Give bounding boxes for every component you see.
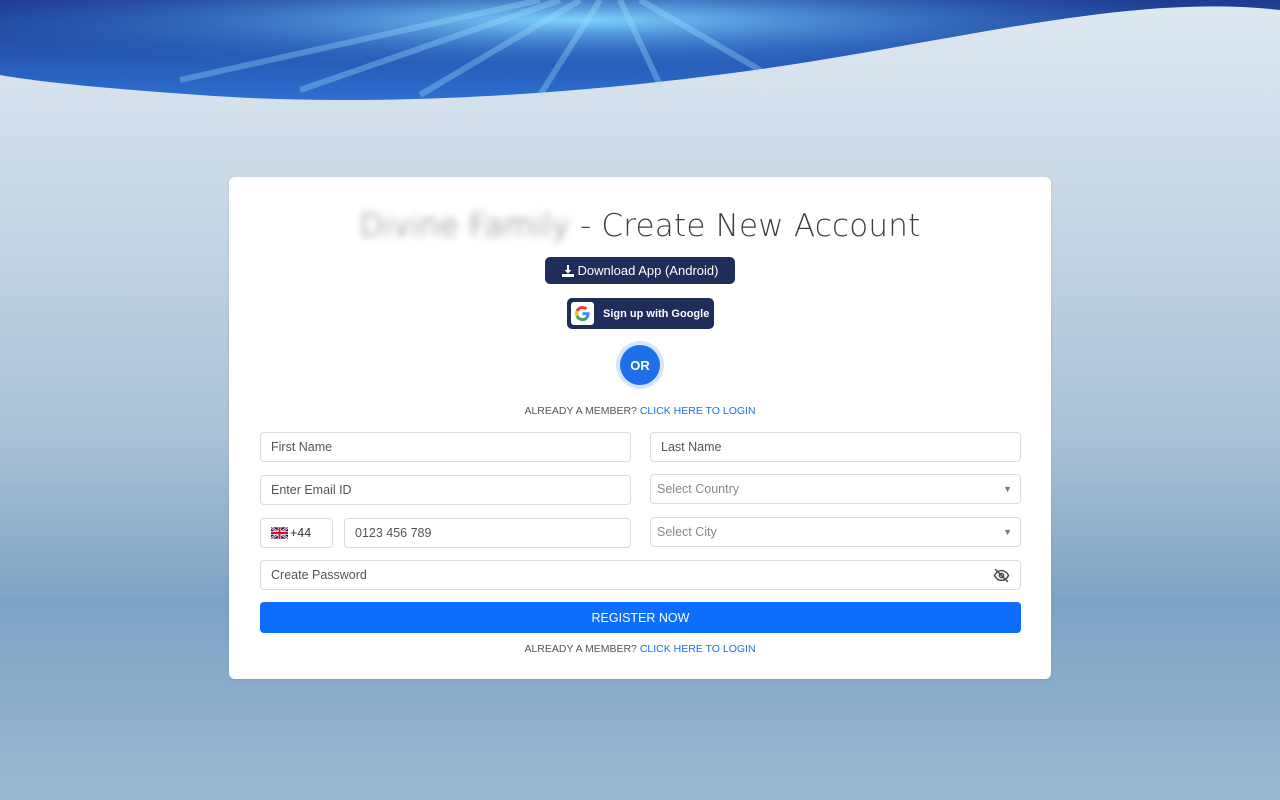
header-background — [0, 0, 1280, 110]
eye-slash-icon[interactable] — [993, 568, 1010, 586]
first-name-placeholder: First Name — [271, 440, 333, 454]
uk-flag-icon — [270, 526, 289, 540]
register-button[interactable]: REGISTER NOW — [260, 602, 1021, 633]
brand-name: Divine Family — [359, 208, 570, 244]
password-placeholder: Create Password — [271, 568, 367, 582]
google-signup-button[interactable]: Sign up with Google — [567, 298, 714, 329]
member-prompt-text: ALREADY A MEMBER? — [524, 643, 637, 655]
google-icon — [571, 302, 594, 325]
email-placeholder: Enter Email ID — [271, 483, 352, 497]
title-text: - Create New Account — [569, 208, 921, 244]
login-link-top[interactable]: CLICK HERE TO LOGIN — [640, 405, 756, 417]
password-field[interactable]: Create Password — [260, 560, 1021, 590]
phone-field[interactable]: 0123 456 789 — [344, 518, 631, 548]
dial-code: +44 — [290, 526, 312, 540]
country-select[interactable]: Select Country ▼ — [650, 474, 1021, 504]
download-app-button[interactable]: Download App (Android) — [545, 257, 735, 284]
phone-placeholder: 0123 456 789 — [355, 526, 432, 540]
dial-code-select[interactable]: +44 — [260, 518, 333, 548]
last-name-placeholder: Last Name — [661, 440, 722, 454]
member-prompt-text: ALREADY A MEMBER? — [524, 405, 637, 417]
download-icon — [561, 264, 574, 277]
or-divider: OR — [620, 345, 660, 385]
login-link-bottom[interactable]: CLICK HERE TO LOGIN — [640, 643, 756, 655]
last-name-field[interactable]: Last Name — [650, 432, 1021, 462]
city-placeholder: Select City — [657, 525, 717, 539]
google-signup-label: Sign up with Google — [603, 307, 710, 320]
download-app-label: Download App (Android) — [577, 263, 719, 278]
caret-down-icon: ▼ — [1003, 527, 1012, 537]
city-select[interactable]: Select City ▼ — [650, 517, 1021, 547]
caret-down-icon: ▼ — [1003, 484, 1012, 494]
email-field[interactable]: Enter Email ID — [260, 475, 631, 505]
member-prompt-bottom: ALREADY A MEMBER? CLICK HERE TO LOGIN — [0, 643, 1280, 655]
first-name-field[interactable]: First Name — [260, 432, 631, 462]
country-placeholder: Select Country — [657, 482, 739, 496]
member-prompt-top: ALREADY A MEMBER? CLICK HERE TO LOGIN — [0, 405, 1280, 417]
page-title: Divine Family - Create New Account — [0, 208, 1280, 244]
